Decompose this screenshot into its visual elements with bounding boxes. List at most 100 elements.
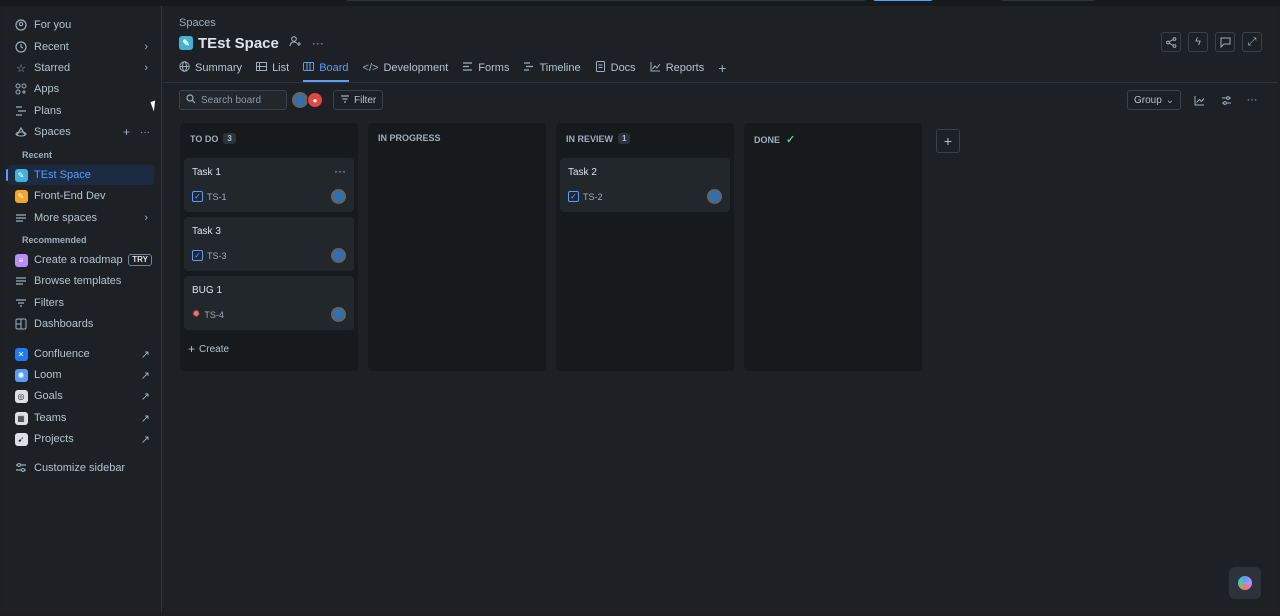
tab-label: Board: [319, 62, 349, 74]
external-link-icon[interactable]: ↗: [141, 390, 150, 403]
star-icon: ☆: [16, 62, 26, 75]
list-icon: [256, 61, 268, 75]
sidebar-item-label: Teams: [34, 412, 67, 424]
more-options-icon[interactable]: ···: [1242, 90, 1262, 110]
sidebar-item-browse-templates[interactable]: Browse templates: [8, 271, 154, 291]
sidebar-item-label: Plans: [34, 105, 62, 117]
external-link-icon[interactable]: ↗: [141, 348, 150, 361]
section-label-recommended: Recommended: [22, 235, 87, 245]
try-badge: TRY: [128, 254, 152, 266]
column-count: 1: [618, 133, 631, 144]
tab-list[interactable]: List: [256, 58, 289, 78]
goals-icon: ◎: [14, 389, 28, 403]
tab-reports[interactable]: Reports: [650, 58, 704, 78]
assignee-avatar[interactable]: 👤: [331, 189, 346, 204]
sidebar-item-spaces[interactable]: Spaces + ···: [8, 122, 154, 142]
sidebar-item-apps[interactable]: Apps: [8, 79, 154, 99]
chevron-right-icon[interactable]: ›: [144, 212, 148, 224]
more-icon[interactable]: ···: [140, 127, 150, 138]
plans-icon: [14, 104, 28, 118]
group-dropdown[interactable]: Group ⌄: [1127, 90, 1182, 110]
sidebar-item-test-space[interactable]: ✎ TEst Space: [6, 165, 154, 185]
tab-divider: [163, 82, 1278, 83]
sidebar-item-recent[interactable]: Recent ›: [8, 37, 154, 57]
assignee-avatar[interactable]: 👤: [707, 189, 722, 204]
chevron-right-icon[interactable]: ›: [144, 41, 148, 53]
group-label: Group: [1134, 94, 1162, 106]
sidebar-item-for-you[interactable]: For you: [8, 15, 154, 35]
sidebar-item-loom[interactable]: ✺ Loom ↗: [8, 365, 154, 385]
sidebar-item-label: Confluence: [34, 348, 90, 360]
sidebar-item-confluence[interactable]: ✕ Confluence ↗: [8, 344, 154, 364]
column-header[interactable]: TO DO 3: [190, 133, 236, 144]
card-key[interactable]: ✓ TS-2: [568, 191, 603, 202]
card-title: Task 1: [192, 167, 221, 178]
sidebar-item-dashboards[interactable]: Dashboards: [8, 314, 154, 334]
column-header[interactable]: IN REVIEW 1: [566, 133, 631, 144]
issue-card[interactable]: Task 3 ✓ TS-3 👤: [184, 217, 354, 271]
add-tab-button[interactable]: +: [718, 58, 731, 78]
issue-key: TS-4: [204, 309, 224, 320]
sidebar-item-projects[interactable]: ➹ Projects ↗: [8, 429, 154, 449]
view-settings-icon[interactable]: [1216, 90, 1236, 110]
sidebar-item-label: Spaces: [34, 126, 71, 138]
add-people-icon[interactable]: [289, 35, 302, 51]
avatar[interactable]: 👤: [292, 92, 308, 108]
page-title-row: ✎ TEst Space ···: [179, 34, 324, 52]
task-checkbox-icon: ✓: [192, 191, 203, 202]
tab-docs[interactable]: Docs: [595, 58, 636, 78]
chevron-right-icon[interactable]: ›: [144, 62, 148, 74]
sidebar-item-customize[interactable]: Customize sidebar: [8, 458, 154, 478]
issue-card[interactable]: Task 2 ✓ TS-2 👤: [560, 158, 730, 212]
tab-forms[interactable]: Forms: [462, 58, 509, 78]
avatar[interactable]: ●: [307, 92, 323, 108]
teams-icon: ▦: [14, 411, 28, 425]
create-issue-button[interactable]: + Create: [188, 342, 229, 356]
card-key[interactable]: ✹ TS-4: [192, 309, 224, 320]
share-icon[interactable]: [1161, 32, 1181, 52]
card-key[interactable]: ✓ TS-3: [192, 250, 227, 261]
add-space-icon[interactable]: +: [123, 125, 130, 139]
feedback-icon[interactable]: [1215, 32, 1235, 52]
sidebar-item-more-spaces[interactable]: More spaces ›: [8, 208, 154, 228]
sidebar-item-front-end-dev[interactable]: ✎ Front-End Dev: [8, 186, 154, 206]
insights-icon[interactable]: [1189, 90, 1209, 110]
space-icon: ✎: [14, 189, 28, 203]
tab-summary[interactable]: Summary: [179, 58, 242, 78]
external-link-icon[interactable]: ↗: [141, 369, 150, 382]
external-link-icon[interactable]: ↗: [141, 412, 150, 425]
ai-assistant-button[interactable]: [1229, 567, 1261, 599]
assignee-avatar[interactable]: 👤: [331, 248, 346, 263]
sidebar-item-goals[interactable]: ◎ Goals ↗: [8, 386, 154, 406]
external-link-icon[interactable]: ↗: [141, 433, 150, 446]
filter-button[interactable]: Filter: [333, 90, 384, 110]
sidebar-item-teams[interactable]: ▦ Teams ↗: [8, 408, 154, 428]
column-header[interactable]: DONE ✓: [754, 133, 795, 146]
tab-bar: Summary List Board </> Development Forms…: [179, 58, 745, 82]
add-column-button[interactable]: +: [936, 129, 960, 153]
tab-board[interactable]: Board: [303, 58, 349, 82]
issue-key: TS-1: [207, 191, 227, 202]
column-header[interactable]: IN PROGRESS: [378, 133, 441, 143]
top-bar-element[interactable]: [1000, 0, 1096, 1]
breadcrumb[interactable]: Spaces: [179, 17, 216, 29]
more-actions-icon[interactable]: ···: [312, 36, 324, 50]
sidebar-item-starred[interactable]: ☆ Starred ›: [8, 58, 154, 78]
tab-timeline[interactable]: Timeline: [523, 58, 581, 78]
card-more-icon[interactable]: ···: [334, 164, 346, 178]
fullscreen-icon[interactable]: ⤢: [1242, 32, 1262, 52]
tab-development[interactable]: </> Development: [363, 58, 449, 78]
search-board-input[interactable]: Search board: [179, 90, 287, 110]
top-create-button[interactable]: [873, 0, 933, 1]
sidebar-item-plans[interactable]: Plans: [8, 101, 154, 121]
issue-card[interactable]: BUG 1 ✹ TS-4 👤: [184, 276, 354, 330]
list-icon: [14, 211, 28, 225]
sidebar-item-create-roadmap[interactable]: ≡ Create a roadmap TRY: [8, 250, 154, 270]
sidebar-item-filters[interactable]: Filters: [8, 293, 154, 313]
card-key[interactable]: ✓ TS-1: [192, 191, 227, 202]
issue-card[interactable]: Task 1 ··· ✓ TS-1 👤: [184, 158, 354, 212]
automation-icon[interactable]: ϟ: [1188, 32, 1208, 52]
assignee-avatar[interactable]: 👤: [331, 307, 346, 322]
task-checkbox-icon: ✓: [192, 250, 203, 261]
top-search-bar[interactable]: [346, 0, 866, 1]
